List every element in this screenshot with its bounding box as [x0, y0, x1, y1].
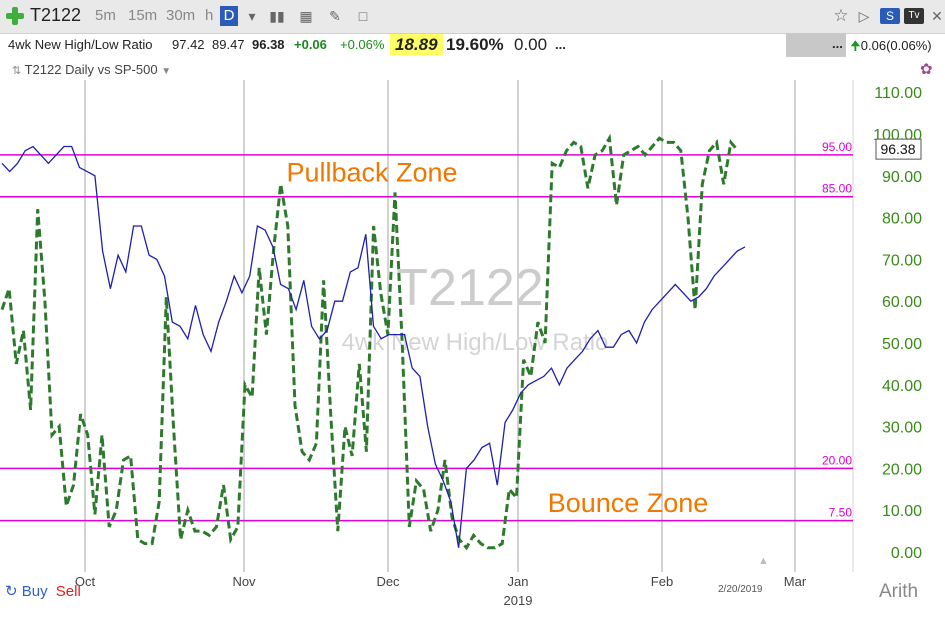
buy-sell-area: ↻ Buy Sell — [5, 582, 81, 600]
sell-button[interactable]: Sell — [56, 583, 81, 600]
x-tick-label-4: Feb — [651, 574, 673, 589]
x-year-label: 2019 — [504, 593, 533, 608]
watermark-name: 4wk New High/Low Ratio — [342, 329, 609, 356]
level-label-3: 7.50 — [829, 506, 853, 520]
level-label-2: 20.00 — [822, 453, 852, 467]
y-tick-label-3: 30.00 — [882, 420, 922, 437]
scroll-up-icon[interactable]: ▲ — [758, 555, 769, 567]
scale-mode[interactable]: Arith — [879, 581, 918, 603]
x-tick-label-1: Nov — [232, 574, 256, 589]
grid-lines — [84, 80, 854, 572]
chart-svg: 95.00 85.00 20.00 7.50 T2122 4wk New High/L… — [0, 80, 922, 608]
annotation-1: Bounce Zone — [548, 488, 709, 518]
x-axis: Oct Nov Dec Jan Feb Mar2019 — [75, 574, 807, 608]
y-tick-label-11: 110.00 — [874, 85, 922, 102]
y-tick-label-5: 50.00 — [882, 336, 922, 353]
level-label-0: 95.00 — [822, 140, 852, 154]
y-tick-label-8: 80.00 — [882, 211, 922, 228]
buy-button[interactable]: Buy — [22, 583, 48, 600]
y-tick-label-7: 70.00 — [882, 252, 922, 269]
level-label-1: 85.00 — [822, 182, 852, 196]
y-tick-label-9: 90.00 — [882, 169, 922, 186]
last-value-label: 96.38 — [880, 141, 915, 157]
y-tick-label-2: 20.00 — [882, 461, 922, 478]
palette-icon[interactable]: ✿ — [920, 60, 933, 78]
buy-arrow-icon[interactable]: ↻ — [5, 583, 18, 600]
x-tick-label-2: Dec — [376, 574, 400, 589]
x-tick-label-5: Mar — [784, 574, 807, 589]
date-stamp: 2/20/2019 — [718, 584, 763, 595]
x-tick-label-3: Jan — [508, 574, 529, 589]
last-value-tag: 96.38 — [875, 138, 922, 160]
watermark-symbol: T2122 — [396, 259, 543, 317]
y-tick-label-6: 60.00 — [882, 294, 922, 311]
series-line-0 — [0, 133, 740, 551]
y-tick-label-4: 40.00 — [882, 378, 922, 395]
annotation-0: Pullback Zone — [286, 158, 457, 188]
y-tick-label-0: 0.00 — [891, 545, 922, 562]
y-tick-label-1: 10.00 — [882, 503, 922, 520]
